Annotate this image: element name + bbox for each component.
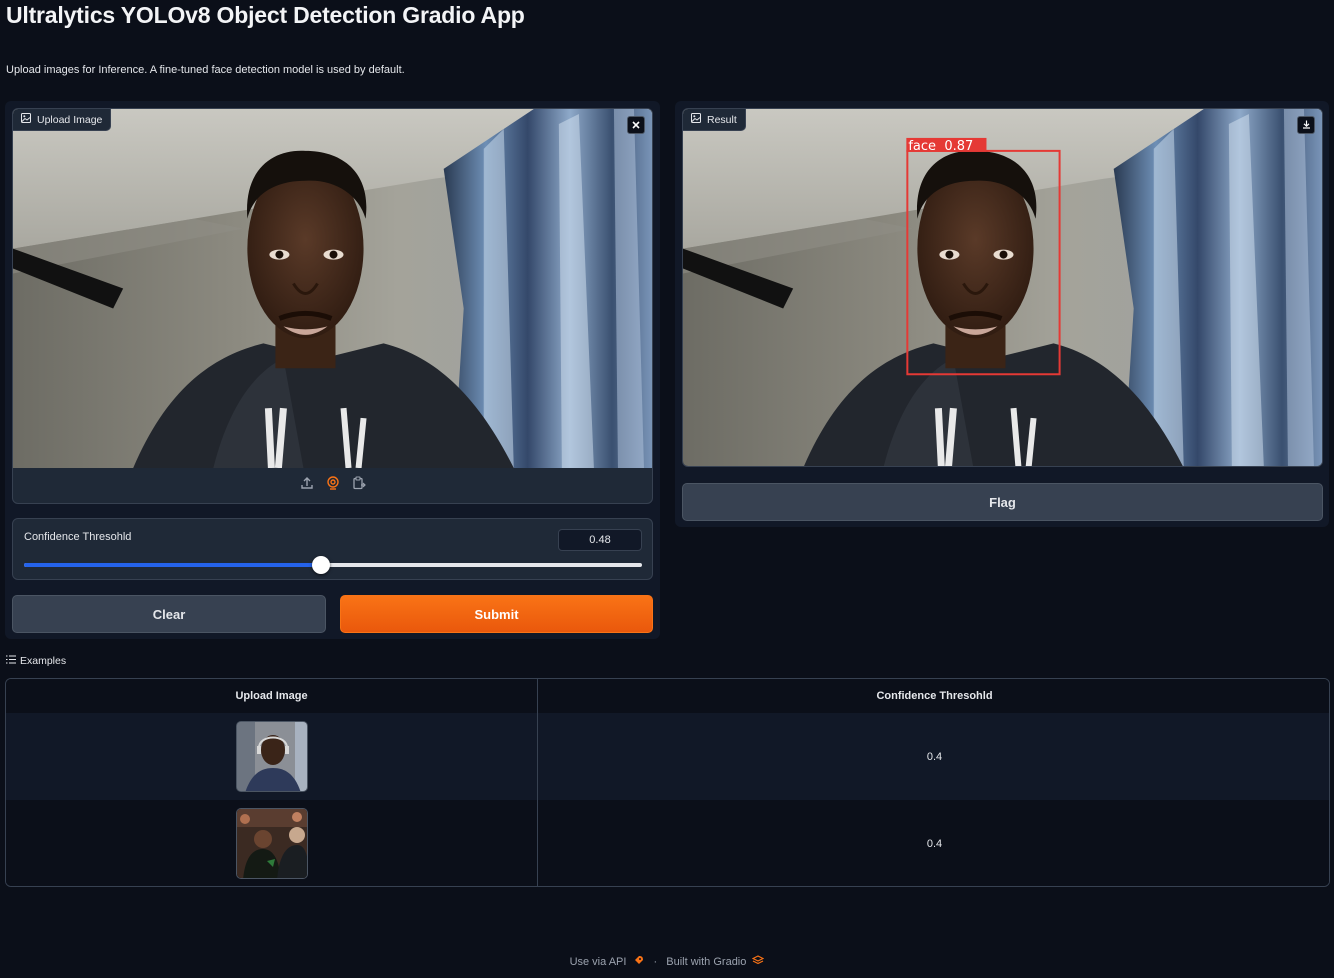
examples-header: Examples xyxy=(6,655,66,667)
column-header-image: Upload Image xyxy=(235,690,308,702)
slider-fill xyxy=(24,563,321,567)
rocket-icon xyxy=(633,956,647,969)
download-button[interactable] xyxy=(1297,116,1315,134)
clear-button[interactable]: Clear xyxy=(12,595,326,633)
examples-table: Upload Image Confidence Thresohld 0.4 0.… xyxy=(5,678,1330,887)
clipboard-icon[interactable] xyxy=(352,476,366,495)
app-title: Ultralytics YOLOv8 Object Detection Grad… xyxy=(6,2,525,28)
submit-button[interactable]: Submit xyxy=(340,595,653,633)
table-row[interactable]: 0.4 xyxy=(6,800,1329,886)
example-image-cell xyxy=(6,713,537,800)
use-via-api-link[interactable]: Use via API xyxy=(570,956,627,968)
download-icon xyxy=(1302,116,1311,134)
upload-image-label: Upload Image xyxy=(13,109,112,131)
detection-label: face 0.87 xyxy=(908,139,973,154)
result-label-text: Result xyxy=(707,113,737,126)
result-image: face 0.87 xyxy=(683,109,1322,467)
result-label: Result xyxy=(683,109,746,131)
upload-image-block[interactable]: Upload Image xyxy=(12,108,653,504)
uploaded-image xyxy=(13,109,652,468)
person-portrait-thumbnail xyxy=(235,721,308,792)
group-photo-thumbnail xyxy=(235,808,308,879)
column-divider xyxy=(537,679,538,886)
confidence-number-input[interactable] xyxy=(558,529,642,551)
gradio-logo-icon xyxy=(752,955,765,969)
result-image-block: Result face 0.87 xyxy=(682,108,1323,467)
clear-image-button[interactable] xyxy=(627,116,645,134)
example-confidence-cell: 0.4 xyxy=(926,837,943,850)
slider-track[interactable] xyxy=(24,556,642,574)
footer-separator: · xyxy=(653,956,658,968)
confidence-slider-block: Confidence Thresohld xyxy=(12,518,653,580)
examples-table-header: Upload Image Confidence Thresohld xyxy=(6,679,1329,713)
examples-label: Examples xyxy=(20,655,67,667)
output-panel: Result face 0.87 Flag xyxy=(675,101,1329,527)
image-icon xyxy=(21,113,31,126)
slider-label: Confidence Thresohld xyxy=(24,531,132,543)
list-icon xyxy=(6,655,16,667)
webcam-icon[interactable] xyxy=(326,476,340,495)
close-icon xyxy=(632,116,640,134)
upload-image-label-text: Upload Image xyxy=(37,113,103,126)
example-confidence-cell: 0.4 xyxy=(926,750,943,763)
upload-icon[interactable] xyxy=(300,476,314,495)
image-icon xyxy=(691,113,701,126)
input-panel: Upload Image Confidence Thresohld 0.48 C… xyxy=(5,101,660,639)
footer: Use via API · Built with Gradio xyxy=(0,955,1334,969)
image-source-toolbar xyxy=(13,468,652,503)
example-image-cell xyxy=(6,800,537,886)
flag-button[interactable]: Flag xyxy=(682,483,1323,521)
built-with-gradio-link[interactable]: Built with Gradio xyxy=(666,956,746,968)
column-header-confidence: Confidence Thresohld xyxy=(876,690,993,702)
table-row[interactable]: 0.4 xyxy=(6,713,1329,800)
slider-thumb[interactable] xyxy=(311,556,330,574)
app-description: Upload images for Inference. A fine-tune… xyxy=(6,64,405,76)
